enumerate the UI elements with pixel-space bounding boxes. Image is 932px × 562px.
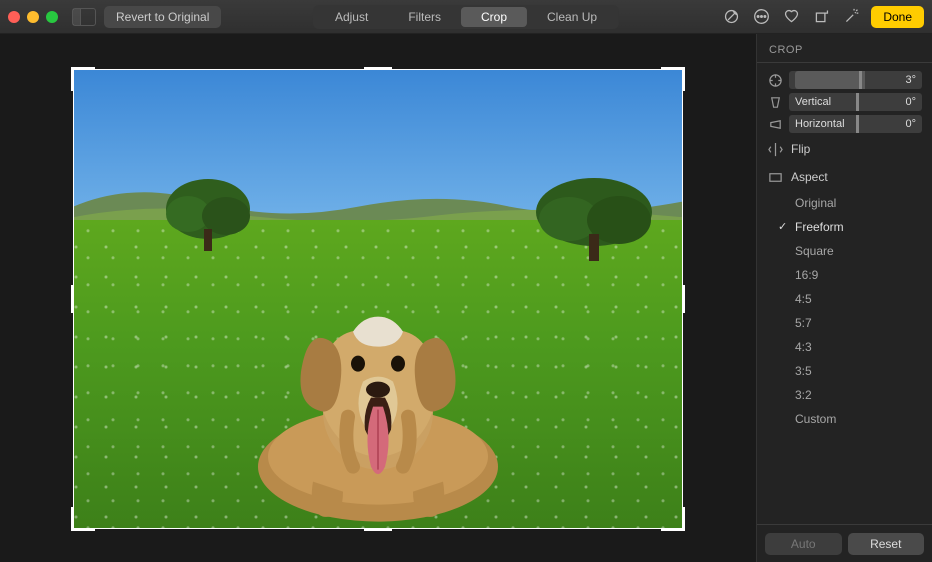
auto-button[interactable]: Auto: [765, 533, 842, 555]
revert-button[interactable]: Revert to Original: [104, 6, 221, 28]
reset-button[interactable]: Reset: [848, 533, 925, 555]
crop-frame[interactable]: [73, 69, 683, 529]
horizontal-value: 0°: [905, 118, 916, 130]
photo-preview: [73, 69, 683, 529]
sidebar-footer: Auto Reset: [757, 524, 932, 562]
aspect-header[interactable]: Aspect: [757, 163, 932, 191]
vertical-value: 0°: [905, 96, 916, 108]
dog-subject: [213, 211, 543, 528]
straighten-icon: [767, 72, 783, 88]
flip-label: Flip: [791, 142, 810, 156]
horizontal-slider[interactable]: Horizontal 0°: [789, 115, 922, 133]
aspect-label: Aspect: [791, 170, 828, 184]
canvas-area: [0, 34, 756, 562]
content: CROP Straighten 3° Vertical 0°: [0, 34, 932, 562]
aspect-option-16-9[interactable]: 16:9: [795, 263, 932, 287]
vertical-row: Vertical 0°: [757, 91, 932, 113]
straighten-value: 3°: [905, 74, 916, 86]
aspect-options: OriginalFreeformSquare16:94:55:74:33:53:…: [757, 191, 932, 431]
more-icon[interactable]: [751, 7, 771, 27]
tab-adjust[interactable]: Adjust: [315, 7, 388, 27]
sidebar-title: CROP: [757, 34, 932, 63]
vertical-perspective-icon: [767, 94, 783, 110]
tab-crop[interactable]: Crop: [461, 7, 527, 27]
titlebar: Revert to Original Adjust Filters Crop C…: [0, 0, 932, 34]
close-window[interactable]: [8, 11, 20, 23]
flip-icon: [767, 141, 783, 157]
tab-cleanup[interactable]: Clean Up: [527, 7, 617, 27]
sidebar-toggle-icon[interactable]: [72, 8, 96, 26]
vertical-slider[interactable]: Vertical 0°: [789, 93, 922, 111]
aspect-icon: [767, 169, 783, 185]
crop-sidebar: CROP Straighten 3° Vertical 0°: [756, 34, 932, 562]
horizontal-row: Horizontal 0°: [757, 113, 932, 135]
tab-filters[interactable]: Filters: [388, 7, 461, 27]
edit-mode-tabs: Adjust Filters Crop Clean Up: [313, 5, 619, 29]
aspect-option-custom[interactable]: Custom: [795, 407, 932, 431]
aspect-option-freeform[interactable]: Freeform: [795, 215, 932, 239]
aspect-option-3-5[interactable]: 3:5: [795, 359, 932, 383]
aspect-option-3-2[interactable]: 3:2: [795, 383, 932, 407]
done-button[interactable]: Done: [871, 6, 924, 28]
aspect-option-4-3[interactable]: 4:3: [795, 335, 932, 359]
aspect-option-square[interactable]: Square: [795, 239, 932, 263]
aspect-option-4-5[interactable]: 4:5: [795, 287, 932, 311]
enhance-icon[interactable]: [721, 7, 741, 27]
photos-edit-window: Revert to Original Adjust Filters Crop C…: [0, 0, 932, 562]
window-controls: [8, 11, 58, 23]
aspect-option-5-7[interactable]: 5:7: [795, 311, 932, 335]
horizontal-label: Horizontal: [795, 118, 845, 130]
favorite-icon[interactable]: [781, 7, 801, 27]
auto-enhance-icon[interactable]: [841, 7, 861, 27]
flip-button[interactable]: Flip: [757, 135, 932, 163]
vertical-label: Vertical: [795, 96, 831, 108]
straighten-slider[interactable]: Straighten 3°: [789, 71, 922, 89]
toolbar-right: Done: [721, 6, 924, 28]
straighten-row: Straighten 3°: [757, 69, 932, 91]
aspect-option-original[interactable]: Original: [795, 191, 932, 215]
minimize-window[interactable]: [27, 11, 39, 23]
horizontal-perspective-icon: [767, 116, 783, 132]
fullscreen-window[interactable]: [46, 11, 58, 23]
rotate-icon[interactable]: [811, 7, 831, 27]
